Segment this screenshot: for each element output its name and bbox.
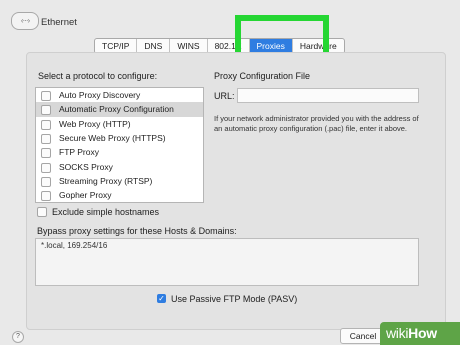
protocol-checkbox[interactable] <box>41 133 51 144</box>
url-input[interactable] <box>237 88 419 103</box>
protocol-checkbox[interactable] <box>41 176 51 187</box>
window-title: Ethernet <box>41 17 77 28</box>
protocol-label: Web Proxy (HTTP) <box>59 118 131 129</box>
list-item[interactable]: Web Proxy (HTTP) <box>36 117 203 131</box>
checkmark-icon: ✓ <box>158 294 165 303</box>
tab-wins[interactable]: WINS <box>170 39 208 53</box>
exclude-simple-hostnames-label: Exclude simple hostnames <box>52 207 160 217</box>
tab-hardware[interactable]: Hardware <box>293 39 344 53</box>
list-item[interactable]: FTP Proxy <box>36 145 203 159</box>
protocol-checkbox[interactable] <box>41 119 51 130</box>
wikihow-watermark: wikiHow <box>380 322 460 345</box>
tab-tcpip[interactable]: TCP/IP <box>95 39 138 53</box>
protocol-label: Gopher Proxy <box>59 190 112 201</box>
protocol-label: Auto Proxy Discovery <box>59 90 141 100</box>
help-icon[interactable]: ? <box>12 331 24 343</box>
passive-ftp-label: Use Passive FTP Mode (PASV) <box>171 294 298 304</box>
list-item[interactable]: Automatic Proxy Configuration <box>36 102 203 117</box>
tab-dns[interactable]: DNS <box>137 39 171 53</box>
passive-ftp-checkbox[interactable]: ✓ <box>157 294 166 303</box>
exclude-simple-hostnames-checkbox[interactable] <box>37 207 47 217</box>
list-item[interactable]: Gopher Proxy <box>36 188 203 202</box>
protocol-list-heading: Select a protocol to configure: <box>38 71 158 81</box>
protocol-label: SOCKS Proxy <box>59 161 113 172</box>
list-item[interactable]: Secure Web Proxy (HTTPS) <box>36 131 203 145</box>
watermark-prefix: wiki <box>386 325 409 341</box>
protocol-checkbox[interactable] <box>41 162 51 173</box>
back-forward-icon[interactable]: ‹···› <box>11 12 39 30</box>
protocol-label: Automatic Proxy Configuration <box>59 104 174 115</box>
protocol-label: Secure Web Proxy (HTTPS) <box>59 132 166 143</box>
watermark-suffix: How <box>408 325 437 341</box>
bypass-label: Bypass proxy settings for these Hosts & … <box>37 226 237 236</box>
protocol-label: Streaming Proxy (RTSP) <box>59 175 153 186</box>
url-label: URL: <box>214 91 235 101</box>
protocol-checkbox[interactable] <box>41 191 51 202</box>
protocol-checkbox[interactable] <box>41 148 51 159</box>
list-item[interactable]: Streaming Proxy (RTSP) <box>36 174 203 188</box>
tab-8021x[interactable]: 802.1X <box>208 39 250 53</box>
bypass-value: *.local, 169.254/16 <box>41 241 108 250</box>
protocol-checkbox[interactable] <box>41 105 51 116</box>
proxy-config-note: If your network administrator provided y… <box>214 114 419 133</box>
protocol-checkbox[interactable] <box>41 91 51 101</box>
tab-proxies[interactable]: Proxies <box>249 39 293 53</box>
list-item[interactable]: SOCKS Proxy <box>36 160 203 174</box>
list-item[interactable]: Auto Proxy Discovery <box>36 88 203 102</box>
proxy-config-heading: Proxy Configuration File <box>214 71 311 81</box>
protocol-list: Auto Proxy Discovery Automatic Proxy Con… <box>35 87 204 203</box>
protocol-label: FTP Proxy <box>59 147 99 158</box>
